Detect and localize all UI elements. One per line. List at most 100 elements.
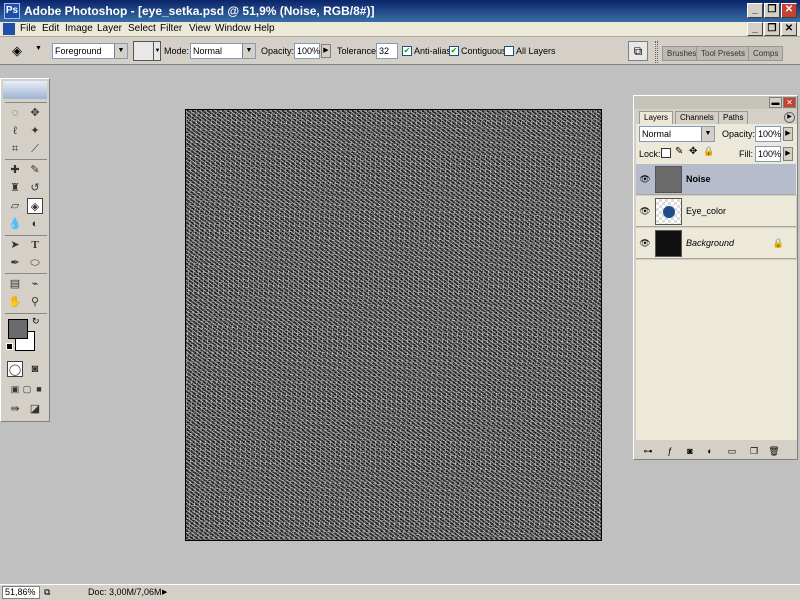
zoom-tool-icon[interactable]: ⚲	[27, 294, 43, 310]
eyedropper-tool-icon[interactable]: ⌁	[27, 276, 43, 292]
fill-input[interactable]: 100%	[755, 146, 781, 162]
title-bar: Ps Adobe Photoshop - [eye_setka.psd @ 51…	[0, 0, 800, 22]
lock-position-icon[interactable]: ✥	[689, 146, 697, 157]
default-colors-icon[interactable]	[6, 343, 13, 350]
layer-opacity-input[interactable]: 100%	[755, 126, 781, 142]
layer-row-noise[interactable]: 👁 Noise	[636, 164, 796, 195]
pattern-dropdown-arrow-icon[interactable]: ▼	[153, 41, 161, 61]
blur-tool-icon[interactable]: 💧	[7, 216, 23, 232]
zoom-field[interactable]: 51,86%	[2, 586, 40, 599]
layer-row-eye-color[interactable]: 👁 Eye_color	[636, 196, 796, 227]
tab-paths[interactable]: Paths	[718, 111, 749, 124]
paint-bucket-preset-icon[interactable]: ◈	[12, 43, 32, 59]
close-button[interactable]: ✕	[781, 3, 797, 18]
imageready-icon[interactable]: ◪	[27, 401, 43, 417]
notes-tool-icon[interactable]: ▤	[7, 276, 23, 292]
menu-filter[interactable]: Filter	[160, 23, 182, 34]
panel-menu-arrow-icon[interactable]: ▶	[784, 112, 795, 123]
menu-layer[interactable]: Layer	[97, 23, 122, 34]
dodge-tool-icon[interactable]: ◐	[27, 216, 43, 232]
eraser-tool-icon[interactable]: ▱	[7, 198, 23, 214]
fill-label: Fill:	[739, 149, 753, 159]
document-canvas[interactable]	[185, 109, 602, 541]
move-tool-icon[interactable]: ✥	[27, 105, 43, 121]
menu-image[interactable]: Image	[65, 23, 93, 34]
path-selection-tool-icon[interactable]: ➤	[7, 237, 23, 253]
fill-source-select[interactable]: Foreground ▼	[52, 43, 128, 59]
new-layer-icon[interactable]: ❐	[748, 445, 760, 457]
mode-select[interactable]: Normal ▼	[190, 43, 256, 59]
healing-brush-tool-icon[interactable]: ✚	[7, 162, 23, 178]
foreground-color-swatch[interactable]	[8, 319, 28, 339]
layer-row-background[interactable]: 👁 Background 🔒	[636, 228, 796, 259]
photoshop-app-icon[interactable]: Ps	[4, 3, 20, 19]
hand-tool-icon[interactable]: ✋	[7, 294, 23, 310]
panel-close-button[interactable]: ✕	[783, 97, 796, 108]
layers-empty-area[interactable]	[636, 260, 797, 440]
shape-tool-icon[interactable]: ⬭	[27, 255, 43, 271]
visibility-eye-icon[interactable]: 👁	[639, 205, 651, 217]
status-menu-icon[interactable]: ⧉	[44, 586, 56, 599]
adjustment-layer-icon[interactable]: ◐	[704, 445, 716, 457]
paint-bucket-tool-icon[interactable]: ◈	[27, 198, 43, 214]
new-group-icon[interactable]: ▭	[726, 445, 738, 457]
layer-opacity-arrow-icon[interactable]: ▶	[783, 127, 793, 141]
fill-arrow-icon[interactable]: ▶	[783, 147, 793, 161]
tab-channels[interactable]: Channels	[675, 111, 719, 124]
marquee-tool-icon[interactable]: ◌	[7, 105, 23, 121]
full-screen-mode-icon[interactable]: ■	[31, 381, 47, 397]
menu-window[interactable]: Window	[215, 23, 251, 34]
layer-name: Background	[686, 238, 735, 248]
minimize-button[interactable]: _	[747, 3, 763, 18]
layer-mask-icon[interactable]: ◙	[684, 445, 696, 457]
quick-mask-mode-icon[interactable]: ◙	[27, 361, 43, 377]
lock-all-icon[interactable]: 🔒	[703, 146, 714, 157]
doc-close-button[interactable]: ✕	[781, 22, 797, 36]
slice-tool-icon[interactable]: ⟋	[27, 141, 43, 157]
preset-dropdown-arrow-icon[interactable]: ▼	[35, 45, 42, 52]
layer-style-icon[interactable]: ƒ	[664, 445, 676, 457]
visibility-eye-icon[interactable]: 👁	[639, 173, 651, 185]
history-brush-tool-icon[interactable]: ↺	[27, 180, 43, 196]
doc-restore-button[interactable]: ❐	[764, 22, 780, 36]
maximize-button[interactable]: ❐	[764, 3, 780, 18]
jump-to-imageready-icon[interactable]: ⇛	[7, 401, 23, 417]
magic-wand-tool-icon[interactable]: ✦	[27, 123, 43, 139]
anti-alias-checkbox[interactable]: ✔	[402, 46, 412, 56]
brush-tool-icon[interactable]: ✎	[27, 162, 43, 178]
tab-tool-presets[interactable]: Tool Presets	[696, 46, 751, 61]
menu-edit[interactable]: Edit	[42, 23, 59, 34]
opacity-label: Opacity:	[261, 46, 295, 56]
opacity-slider-arrow-icon[interactable]: ▶	[321, 44, 331, 58]
menu-select[interactable]: Select	[128, 23, 156, 34]
doc-minimize-button[interactable]: _	[747, 22, 763, 36]
type-tool-icon[interactable]: T	[27, 237, 43, 253]
tab-layers[interactable]: Layers	[639, 111, 674, 124]
tab-comps[interactable]: Comps	[748, 46, 784, 61]
link-layers-icon[interactable]: ⊶	[642, 445, 654, 457]
lock-image-icon[interactable]: ✎	[675, 146, 683, 157]
panel-minimize-button[interactable]: ▬	[769, 97, 782, 108]
swap-colors-icon[interactable]: ↻	[32, 316, 40, 327]
visibility-eye-icon[interactable]: 👁	[639, 237, 651, 249]
trash-icon[interactable]: 🗑	[768, 445, 780, 457]
status-arrow-icon[interactable]: ▶	[162, 588, 170, 597]
document-icon[interactable]	[3, 23, 15, 35]
menu-file[interactable]: File	[20, 23, 36, 34]
all-layers-checkbox[interactable]	[504, 46, 514, 56]
blend-mode-select[interactable]: Normal ▼	[639, 126, 715, 142]
adobe-online-feather-icon[interactable]	[3, 81, 47, 99]
lock-transparent-icon[interactable]	[661, 148, 671, 158]
clone-stamp-tool-icon[interactable]: ♜	[7, 180, 23, 196]
pen-tool-icon[interactable]: ✒	[7, 255, 23, 271]
standard-mode-icon[interactable]: ◯	[7, 361, 23, 377]
lasso-tool-icon[interactable]: ℓ	[7, 123, 23, 139]
tolerance-input[interactable]: 32	[376, 43, 398, 59]
menu-view[interactable]: View	[189, 23, 211, 34]
contiguous-checkbox[interactable]: ✔	[449, 46, 459, 56]
menu-help[interactable]: Help	[254, 23, 275, 34]
opacity-input[interactable]: 100%	[294, 43, 320, 59]
file-browser-icon[interactable]: ⧉	[628, 41, 648, 61]
palette-well-grip[interactable]	[655, 41, 658, 63]
crop-tool-icon[interactable]: ⌗	[7, 141, 23, 157]
